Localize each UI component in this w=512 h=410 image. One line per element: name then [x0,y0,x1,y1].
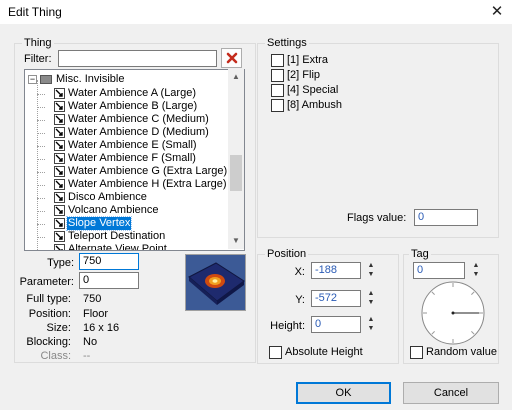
filter-label: Filter: [24,53,52,65]
tag-group-label: Tag [409,248,431,260]
flag-ambush-checkbox[interactable] [271,99,284,112]
clear-filter-button[interactable] [221,48,242,68]
parameter-label: Parameter: [19,276,74,288]
thing-icon [54,192,65,203]
height-input[interactable]: 0 [311,316,361,333]
tag-spinner[interactable]: ▲ ▼ [471,262,481,279]
tree-item-label: Water Ambience A (Large) [68,87,196,99]
x-label: X: [294,266,305,278]
tree-scroll-thumb[interactable] [230,155,242,191]
thing-group-label: Thing [22,37,54,49]
thing-tree[interactable]: − Misc. Invisible Water Ambience A (Larg… [24,69,245,251]
blocking-label: Blocking: [26,336,71,348]
spin-up-icon[interactable]: ▲ [366,316,376,324]
absolute-height-label: Absolute Height [285,346,363,358]
type-input[interactable]: 750 [79,253,139,270]
class-label: Class: [40,350,71,362]
thing-icon [54,88,65,99]
spin-up-icon[interactable]: ▲ [471,262,481,270]
flags-value-input[interactable]: 0 [414,209,478,226]
clear-x-icon [226,52,237,64]
flag-special-checkbox[interactable] [271,84,284,97]
tree-item-label: Slope Vertex [65,216,133,231]
window-title: Edit Thing [8,5,62,19]
flag-special-label: [4] Special [287,84,339,96]
size-label: Size: [46,322,71,334]
flag-extra-checkbox[interactable] [271,54,284,67]
y-label: Y: [295,294,305,306]
title-bar [0,0,512,24]
collapse-icon[interactable]: − [28,75,37,84]
position-value: Floor [83,308,109,320]
thing-icon [54,140,65,151]
flag-ambush-label: [8] Ambush [287,99,343,111]
height-label: Height: [270,320,305,332]
spin-up-icon[interactable]: ▲ [366,262,376,270]
thing-icon [54,231,65,242]
spin-down-icon[interactable]: ▼ [471,271,481,279]
random-value-label: Random value [426,346,497,358]
thing-icon [54,127,65,138]
y-spinner[interactable]: ▲ ▼ [366,290,376,307]
flag-flip-checkbox[interactable] [271,69,284,82]
thing-icon [54,179,65,190]
flags-value-label: Flags value: [347,212,407,224]
tree-item-label: Water Ambience C (Medium) [68,113,209,125]
cancel-button[interactable]: Cancel [403,382,499,404]
tree-item-label: Water Ambience B (Large) [68,100,198,112]
tree-category-misc-invisible[interactable]: − Misc. Invisible [28,73,228,86]
tree-item-label: Water Ambience D (Medium) [68,126,209,138]
position-group-label: Position [265,248,309,260]
thing-icon [54,166,65,177]
thing-icon [54,244,65,250]
flag-extra-label: [1] Extra [287,54,328,66]
thing-icon [54,218,65,229]
full-type-value: 750 [83,293,102,305]
tree-item-label: Water Ambience F (Small) [68,152,196,164]
tree-category-label: Misc. Invisible [56,73,125,85]
x-input[interactable]: -188 [311,262,361,279]
size-value: 16 x 16 [83,322,120,334]
tree-item-label: Alternate View Point [68,243,167,251]
thing-sprite-preview [185,254,246,311]
tree-item-label: Water Ambience G (Extra Large) [68,165,228,177]
height-spinner[interactable]: ▲ ▼ [366,316,376,333]
filter-input[interactable] [58,50,217,67]
ok-button[interactable]: OK [296,382,391,404]
flag-flip-label: [2] Flip [287,69,321,81]
thing-icon [54,101,65,112]
spin-down-icon[interactable]: ▼ [366,299,376,307]
class-value: -- [83,350,91,362]
spin-down-icon[interactable]: ▼ [366,325,376,333]
thing-icon [54,205,65,216]
scroll-down-icon[interactable]: ▼ [228,234,244,248]
y-input[interactable]: -572 [311,290,361,307]
tag-input[interactable]: 0 [413,262,465,279]
thing-icon [54,114,65,125]
spin-up-icon[interactable]: ▲ [366,290,376,298]
full-type-label: Full type: [26,293,71,305]
spin-down-icon[interactable]: ▼ [366,271,376,279]
position-label: Position: [28,308,71,320]
thing-icon [54,153,65,164]
tree-item-label: Teleport Destination [68,230,166,242]
parameter-input[interactable]: 0 [79,272,139,289]
tree-item-label: Water Ambience E (Small) [68,139,197,151]
tree-item-label: Disco Ambience [68,191,147,203]
folder-icon [40,75,52,84]
random-value-checkbox[interactable] [410,346,423,359]
angle-dial-icon[interactable] [420,280,486,346]
settings-group-label: Settings [265,37,309,49]
tree-item-label: Water Ambience H (Extra Large) [68,178,227,190]
slope-vertex-sprite-icon [188,262,245,305]
scroll-up-icon[interactable]: ▲ [228,70,244,84]
blocking-value: No [83,336,98,348]
absolute-height-checkbox[interactable] [269,346,282,359]
tree-item-label: Volcano Ambience [68,204,159,216]
type-label: Type: [47,257,74,269]
close-icon[interactable]: ✕ [486,1,508,23]
x-spinner[interactable]: ▲ ▼ [366,262,376,279]
